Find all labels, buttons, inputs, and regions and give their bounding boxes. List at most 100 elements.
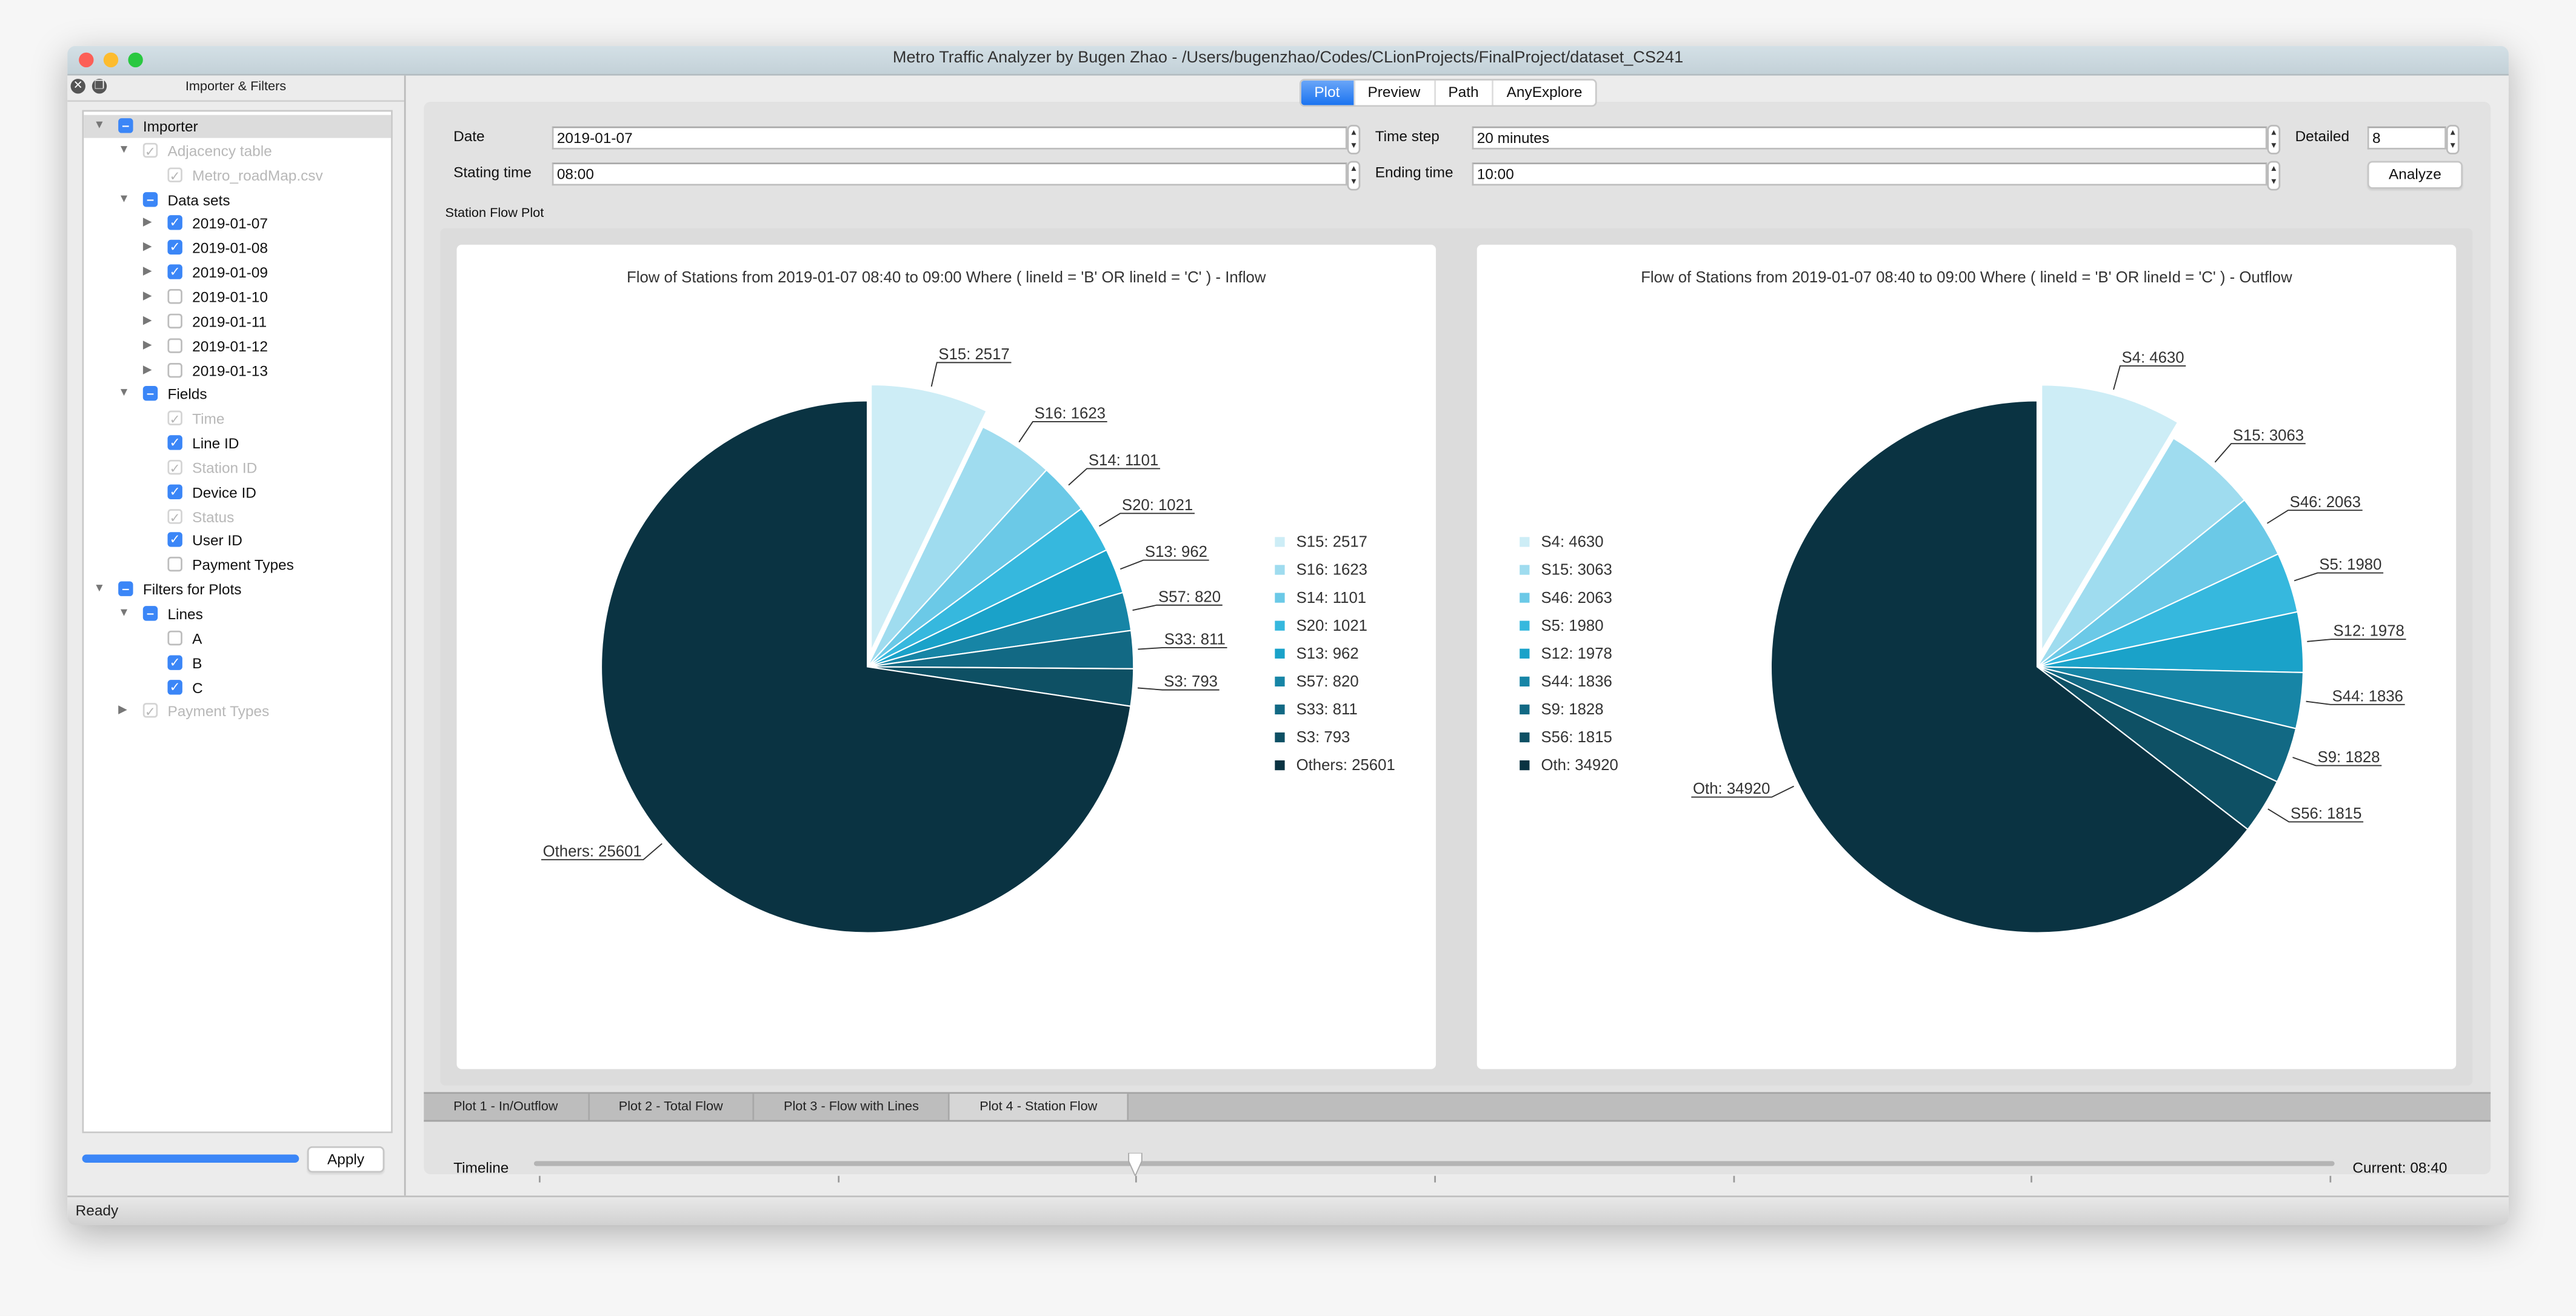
- time-step-input[interactable]: 20 minutes: [1472, 126, 2267, 150]
- tree-item[interactable]: ▼ – Lines: [84, 603, 391, 626]
- plot-tab-4[interactable]: Plot 4 - Station Flow: [950, 1094, 1129, 1120]
- dock-splitter[interactable]: [404, 75, 406, 1196]
- tree-item[interactable]: ▶ ✓ 2019-01-09: [84, 261, 391, 284]
- tree-item-label: A: [192, 630, 202, 647]
- tree-item-label: B: [192, 654, 202, 671]
- tree-item[interactable]: Payment Types: [84, 554, 391, 577]
- collapse-arrow-icon[interactable]: ▼: [93, 115, 105, 138]
- collapse-arrow-icon[interactable]: ▼: [93, 578, 105, 601]
- starting-time-input[interactable]: 08:00: [552, 162, 1347, 186]
- slice-label: S13: 962: [1145, 543, 1207, 560]
- tree-item[interactable]: ✓ Line ID: [84, 432, 391, 455]
- tree-item-label: Importer: [142, 118, 198, 135]
- tree-item[interactable]: ▶ ✓ 2019-01-07: [84, 213, 391, 236]
- importer-filter-tree[interactable]: ▼ – Importer ▼ ✓ Adjacency table ✓ Metro_roadMa…: [82, 110, 393, 1134]
- tree-item[interactable]: ✓ User ID: [84, 530, 391, 553]
- tree-checkbox[interactable]: –: [142, 606, 158, 621]
- tab-anyexplore[interactable]: AnyExplore: [1492, 80, 1595, 105]
- tree-checkbox[interactable]: ✓: [167, 216, 182, 231]
- date-spinner[interactable]: ▲ ▼: [1347, 124, 1361, 155]
- tree-item[interactable]: ▼ – Data sets: [84, 188, 391, 211]
- expand-arrow-icon[interactable]: ▶: [118, 700, 127, 723]
- tree-item[interactable]: ▶ 2019-01-11: [84, 310, 391, 333]
- expand-arrow-icon[interactable]: ▶: [143, 310, 152, 333]
- tree-checkbox[interactable]: [167, 362, 182, 377]
- slice-label: S14: 1101: [1089, 452, 1158, 469]
- plot-tab-1[interactable]: Plot 1 - In/Outflow: [424, 1094, 589, 1120]
- tree-checkbox[interactable]: ✓: [167, 264, 182, 280]
- tree-item[interactable]: ✓ Device ID: [84, 480, 391, 503]
- tree-checkbox[interactable]: ✓: [167, 679, 182, 694]
- date-input[interactable]: 2019-01-07: [552, 126, 1347, 150]
- collapse-arrow-icon[interactable]: ▼: [118, 139, 130, 162]
- label-leader-line: [2294, 572, 2384, 582]
- tree-checkbox[interactable]: [167, 337, 182, 353]
- tree-checkbox[interactable]: –: [142, 191, 158, 207]
- detailed-input[interactable]: 8: [2367, 126, 2446, 150]
- slice-label: Oth: 34920: [1693, 780, 1770, 797]
- legend-swatch: [1520, 732, 1530, 743]
- tree-checkbox[interactable]: ✓: [167, 533, 182, 548]
- expand-arrow-icon[interactable]: ▶: [143, 213, 152, 236]
- collapse-arrow-icon[interactable]: ▼: [118, 188, 130, 211]
- plot-tab-2[interactable]: Plot 2 - Total Flow: [589, 1094, 755, 1120]
- timeline-slider-thumb[interactable]: [1127, 1152, 1144, 1176]
- tree-item[interactable]: ▼ – Importer: [84, 115, 392, 138]
- tree-item[interactable]: A: [84, 627, 391, 650]
- slice-label: S15: 3063: [2233, 427, 2304, 444]
- tree-item[interactable]: ▶ 2019-01-10: [84, 285, 391, 308]
- tree-item[interactable]: ✓ Station ID: [84, 456, 391, 479]
- tree-item[interactable]: ▶ ✓ Payment Types: [84, 700, 391, 723]
- tree-checkbox[interactable]: ✓: [167, 435, 182, 450]
- tree-item[interactable]: ✓ Time: [84, 408, 391, 431]
- tree-checkbox[interactable]: ✓: [167, 654, 182, 670]
- tree-item[interactable]: ✓ Metro_roadMap.csv: [84, 164, 391, 187]
- tree-item[interactable]: ✓ B: [84, 651, 391, 674]
- tree-item[interactable]: ▶ 2019-01-12: [84, 334, 391, 357]
- ending-time-input[interactable]: 10:00: [1472, 162, 2267, 186]
- expand-arrow-icon[interactable]: ▶: [143, 261, 152, 284]
- starting-time-spinner[interactable]: ▲ ▼: [1347, 161, 1361, 191]
- tree-item[interactable]: ▼ – Filters for Plots: [84, 578, 391, 601]
- tree-checkbox[interactable]: ✓: [167, 240, 182, 255]
- analyze-button[interactable]: Analyze: [2367, 161, 2463, 189]
- apply-button[interactable]: Apply: [307, 1146, 385, 1173]
- expand-arrow-icon[interactable]: ▶: [143, 237, 152, 260]
- legend-item: S20: 1021: [1275, 613, 1395, 640]
- tree-item[interactable]: ✓ Status: [84, 505, 391, 528]
- ending-time-label: Ending time: [1375, 164, 1453, 181]
- tree-item-label: Status: [192, 508, 235, 525]
- expand-arrow-icon[interactable]: ▶: [143, 334, 152, 357]
- tree-item[interactable]: ▼ ✓ Adjacency table: [84, 139, 391, 162]
- collapse-arrow-icon[interactable]: ▼: [118, 383, 130, 406]
- detailed-spinner[interactable]: ▲ ▼: [2446, 124, 2460, 155]
- expand-arrow-icon[interactable]: ▶: [143, 285, 152, 308]
- tree-checkbox[interactable]: –: [118, 118, 133, 133]
- plot-tab-3[interactable]: Plot 3 - Flow with Lines: [754, 1094, 950, 1120]
- collapse-arrow-icon[interactable]: ▼: [118, 603, 130, 626]
- time-step-spinner[interactable]: ▲ ▼: [2267, 124, 2281, 155]
- tab-plot[interactable]: Plot: [1301, 80, 1353, 105]
- legend-swatch: [1520, 593, 1530, 603]
- legend-item: S15: 3063: [1520, 557, 1618, 585]
- tree-item[interactable]: ▶ 2019-01-13: [84, 359, 391, 382]
- tree-checkbox[interactable]: –: [118, 581, 133, 597]
- tree-item-label: User ID: [192, 533, 242, 550]
- tree-checkbox[interactable]: [167, 313, 182, 328]
- tree-checkbox[interactable]: [167, 288, 182, 304]
- tree-checkbox[interactable]: ✓: [167, 484, 182, 499]
- expand-arrow-icon[interactable]: ▶: [143, 359, 152, 382]
- tree-checkbox[interactable]: –: [142, 386, 158, 402]
- tab-path[interactable]: Path: [1433, 80, 1492, 105]
- tree-item-label: Time: [192, 411, 225, 428]
- tree-checkbox[interactable]: [167, 630, 182, 645]
- timeline-slider[interactable]: [533, 1161, 2335, 1166]
- tab-preview[interactable]: Preview: [1353, 80, 1433, 105]
- tree-item[interactable]: ✓ C: [84, 676, 391, 699]
- ending-time-spinner[interactable]: ▲ ▼: [2267, 161, 2281, 191]
- tree-item[interactable]: ▼ – Fields: [84, 383, 391, 406]
- tree-item[interactable]: ▶ ✓ 2019-01-08: [84, 237, 391, 260]
- title-bar: Metro Traffic Analyzer by Bugen Zhao - /…: [67, 45, 2509, 76]
- main-window: Metro Traffic Analyzer by Bugen Zhao - /…: [67, 45, 2509, 1226]
- tree-checkbox[interactable]: [167, 557, 182, 573]
